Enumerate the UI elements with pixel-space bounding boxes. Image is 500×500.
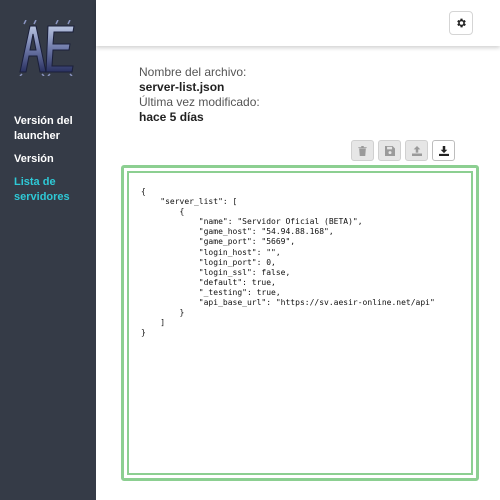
gear-icon bbox=[457, 18, 466, 28]
save-icon bbox=[384, 145, 395, 156]
modified-label: Última vez modificado: bbox=[139, 95, 260, 109]
file-name-label: Nombre del archivo: bbox=[139, 65, 247, 79]
code-line: "game_port": "5669", bbox=[141, 237, 296, 247]
code-line: { bbox=[141, 187, 146, 196]
code-line: ] bbox=[141, 318, 166, 328]
download-icon bbox=[438, 145, 449, 156]
download-button[interactable] bbox=[432, 140, 455, 161]
upload-icon bbox=[411, 145, 422, 156]
code-line: } bbox=[141, 328, 146, 338]
modified-value: hace 5 días bbox=[139, 110, 204, 124]
file-info: Nombre del archivo: server-list.json Últ… bbox=[139, 65, 260, 125]
sidebar-item-server-list[interactable]: Lista de servidores bbox=[14, 175, 94, 205]
code-line: "_testing": true, bbox=[141, 287, 281, 297]
sidebar-item-version[interactable]: Versión bbox=[14, 152, 94, 167]
top-bar bbox=[96, 0, 500, 46]
code-line: "api_base_url": "https://sv.aesir-online… bbox=[141, 298, 435, 308]
app-logo bbox=[19, 20, 75, 76]
sidebar-item-launcher-version[interactable]: Versión del launcher bbox=[14, 114, 94, 144]
code-line: { bbox=[141, 207, 185, 217]
editor-toolbar bbox=[351, 140, 455, 161]
trash-icon bbox=[358, 145, 367, 156]
upload-button[interactable] bbox=[405, 140, 428, 161]
code-line: } bbox=[141, 308, 185, 318]
file-name: server-list.json bbox=[139, 80, 225, 94]
settings-button[interactable] bbox=[449, 11, 473, 35]
code-line: "login_ssl": false, bbox=[141, 267, 291, 277]
code-line: "game_host": "54.94.88.168", bbox=[141, 227, 334, 237]
code-line: "name": "Servidor Oficial (BETA)", bbox=[141, 217, 363, 227]
code-line: "default": true, bbox=[141, 277, 276, 287]
code-line: "login_host": "", bbox=[141, 247, 281, 257]
delete-button[interactable] bbox=[351, 140, 374, 161]
code-line: "server_list": [ bbox=[141, 197, 238, 207]
sidebar: Versión del launcher Versión Lista de se… bbox=[0, 0, 96, 500]
sidebar-nav: Versión del launcher Versión Lista de se… bbox=[14, 114, 94, 213]
editor-content-area[interactable]: { "server_list": [ { "name": "Servidor O… bbox=[127, 171, 473, 475]
code-line: "login_port": 0, bbox=[141, 257, 276, 267]
code-text[interactable]: { "server_list": [ { "name": "Servidor O… bbox=[129, 173, 471, 338]
save-button[interactable] bbox=[378, 140, 401, 161]
json-editor[interactable]: { "server_list": [ { "name": "Servidor O… bbox=[121, 165, 479, 481]
